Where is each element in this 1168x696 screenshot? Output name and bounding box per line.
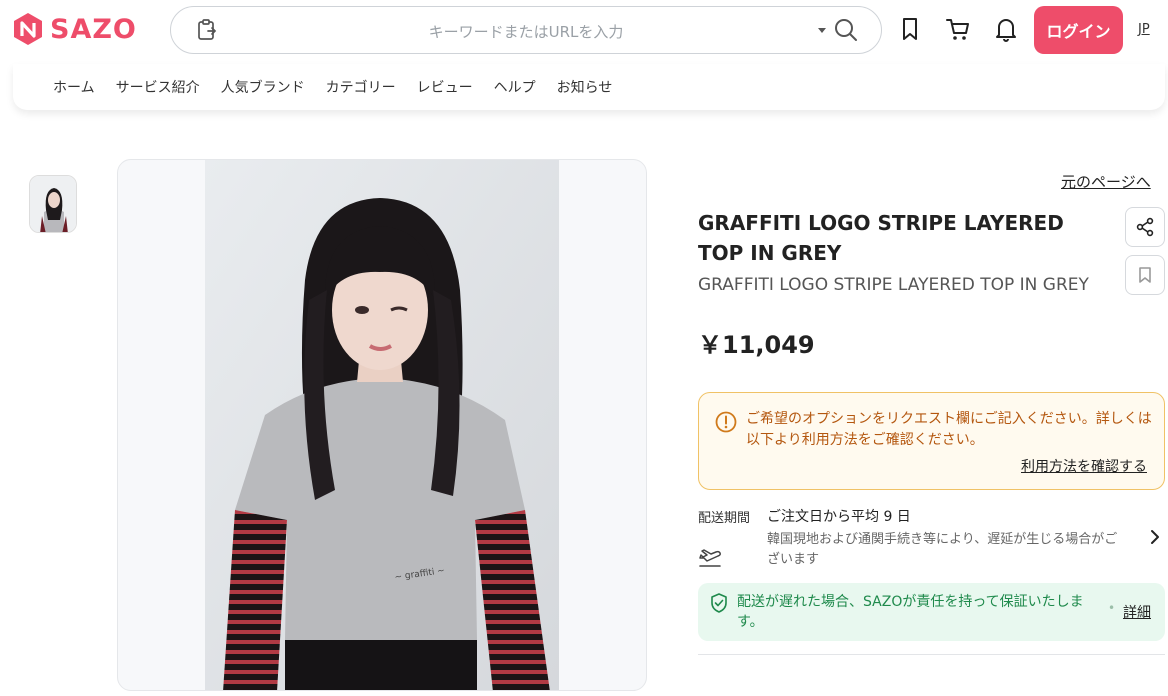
- shield-icon: [711, 593, 727, 613]
- product-subtitle: GRAFFITI LOGO STRIPE LAYERED TOP IN GREY: [698, 275, 1089, 295]
- search-input[interactable]: キーワードまたはURLを入力: [171, 21, 881, 42]
- nav-item-home[interactable]: ホーム: [53, 77, 95, 97]
- shipping-period: ご注文日から平均 9 日: [767, 509, 911, 525]
- guarantee-text: 配送が遅れた場合、SAZOが責任を持って保証いたします。: [737, 594, 1084, 630]
- bookmark-icon: [1139, 267, 1151, 283]
- bookmark-icon[interactable]: [897, 16, 923, 42]
- bell-icon[interactable]: [993, 16, 1019, 42]
- save-button[interactable]: [1125, 255, 1165, 295]
- logo[interactable]: SAZO: [12, 12, 137, 46]
- separator-dot: •: [1108, 601, 1116, 615]
- shipping-label: 配送期間: [698, 511, 751, 526]
- product-price: ￥11,049: [698, 331, 815, 359]
- cart-icon[interactable]: [945, 16, 971, 42]
- language-selector[interactable]: JP: [1138, 22, 1150, 37]
- product-main-image[interactable]: ~ graffiti ~: [117, 159, 647, 691]
- plane-icon: [699, 549, 721, 567]
- product-thumbnail[interactable]: [29, 175, 77, 233]
- caret-down-icon[interactable]: [817, 27, 827, 34]
- share-button[interactable]: [1125, 207, 1165, 247]
- thumbnail-image: [30, 176, 76, 232]
- delivery-guarantee: 配送が遅れた場合、SAZOが責任を持って保証いたします。 • 詳細: [698, 583, 1165, 641]
- search-bar[interactable]: キーワードまたはURLを入力: [170, 6, 882, 54]
- nav-item-service[interactable]: サービス紹介: [116, 77, 200, 97]
- nav-item-news[interactable]: お知らせ: [557, 77, 613, 97]
- search-icon[interactable]: [833, 17, 859, 43]
- share-icon: [1136, 217, 1154, 237]
- nav-item-brands[interactable]: 人気ブランド: [221, 77, 305, 97]
- back-to-original-link[interactable]: 元のページへ: [1061, 171, 1151, 192]
- nav-item-category[interactable]: カテゴリー: [326, 77, 396, 97]
- warning-icon: [715, 411, 737, 433]
- product-title: GRAFFITI LOGO STRIPE LAYERED TOP IN GREY: [698, 211, 1064, 265]
- nav-item-help[interactable]: ヘルプ: [494, 77, 536, 97]
- option-notice: ご希望のオプションをリクエスト欄にご記入ください。詳しくは以下より利用方法をご確…: [698, 392, 1165, 490]
- nav-item-review[interactable]: レビュー: [417, 77, 473, 97]
- product-photo: ~ graffiti ~: [205, 160, 559, 690]
- logo-text: SAZO: [50, 13, 137, 45]
- notice-text: ご希望のオプションをリクエスト欄にご記入ください。詳しくは以下より利用方法をご確…: [746, 411, 1152, 448]
- how-to-use-link[interactable]: 利用方法を確認する: [1021, 456, 1147, 476]
- logo-mark-icon: [14, 13, 42, 45]
- main-nav: ホーム サービス紹介 人気ブランド カテゴリー レビュー ヘルプ お知らせ: [13, 64, 1165, 110]
- chevron-right-icon[interactable]: [1149, 528, 1161, 546]
- login-button[interactable]: ログイン: [1034, 6, 1123, 54]
- shipping-note: 韓国現地および通関手続き等により、遅延が生じる場合がございます: [767, 532, 1118, 567]
- divider: [698, 654, 1165, 655]
- guarantee-detail-link[interactable]: 詳細: [1123, 602, 1151, 622]
